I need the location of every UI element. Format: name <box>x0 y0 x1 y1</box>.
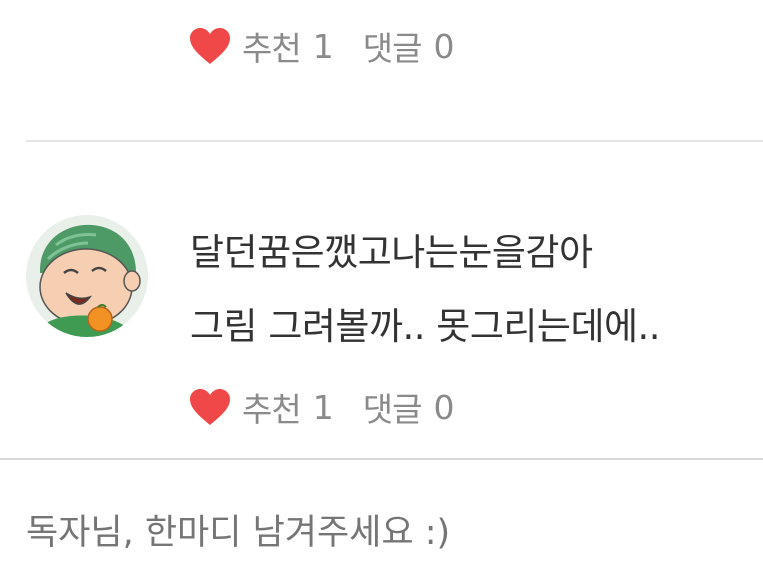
reply-count: 0 <box>433 26 454 66</box>
comment-meta-row-1: 추천 1 댓글 0 <box>188 22 454 70</box>
reply-input[interactable] <box>26 513 726 553</box>
heart-icon[interactable] <box>188 26 232 66</box>
comment-meta-row-2: 추천 1 댓글 0 <box>188 383 454 431</box>
comment-divider <box>26 140 763 142</box>
reply-label[interactable]: 댓글 <box>363 22 423 70</box>
comment-text-line-2: 그림 그려볼까.. 못그리는데에.. <box>190 305 661 348</box>
recommend-label[interactable]: 추천 <box>242 22 302 70</box>
cartoon-boy-avatar-icon <box>26 215 148 337</box>
recommend-label[interactable]: 추천 <box>242 383 302 431</box>
reply-count: 0 <box>433 387 454 427</box>
comment-text-line-1: 달던꿈은깼고나는눈을감아 <box>190 231 593 274</box>
heart-icon[interactable] <box>188 387 232 427</box>
avatar[interactable] <box>26 215 148 337</box>
recommend-count: 1 <box>312 387 334 427</box>
reply-section-divider <box>0 458 763 460</box>
reply-label[interactable]: 댓글 <box>363 383 423 431</box>
recommend-count: 1 <box>312 26 334 66</box>
